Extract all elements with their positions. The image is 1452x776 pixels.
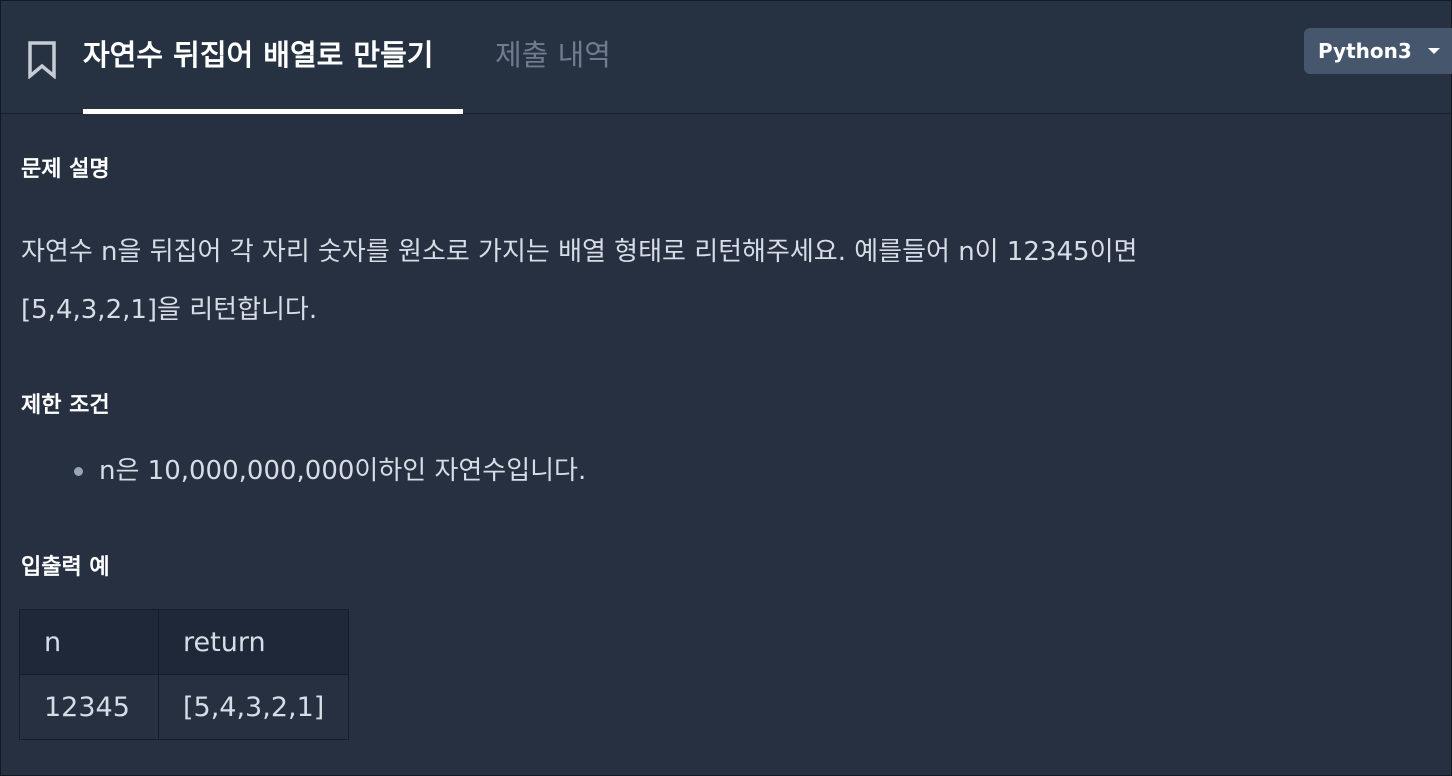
- table-cell-return: [5,4,3,2,1]: [157, 674, 350, 740]
- tab-submissions[interactable]: 제출 내역: [495, 31, 611, 79]
- tab-problem[interactable]: 자연수 뒤집어 배열로 만들기: [83, 31, 433, 113]
- examples-title: 입출력 예: [21, 555, 110, 580]
- examples-table: n return 12345 [5,4,3,2,1]: [19, 609, 350, 740]
- active-tab-indicator: [83, 109, 463, 114]
- language-label: Python3: [1318, 39, 1412, 63]
- description-line-1: 자연수 n을 뒤집어 각 자리 숫자를 원소로 가지는 배열 형태로 리턴해주세…: [21, 237, 1138, 267]
- problem-description: 자연수 n을 뒤집어 각 자리 숫자를 원소로 가지는 배열 형태로 리턴해주세…: [21, 223, 1421, 339]
- table-header-row: n return: [19, 609, 350, 675]
- table-cell-n: 12345: [19, 674, 159, 740]
- bookmark-icon[interactable]: [27, 41, 57, 79]
- description-line-2: [5,4,3,2,1]을 리턴합니다.: [21, 295, 318, 325]
- problem-panel: 자연수 뒤집어 배열로 만들기 제출 내역 Python3 문제 설명 자연수 …: [0, 0, 1452, 776]
- table-header-n: n: [19, 609, 159, 675]
- constraints-title: 제한 조건: [21, 393, 110, 418]
- constraint-item: n은 10,000,000,000이하인 자연수입니다.: [99, 456, 587, 486]
- description-title: 문제 설명: [21, 157, 110, 182]
- table-header-return: return: [157, 609, 350, 675]
- table-row: 12345 [5,4,3,2,1]: [19, 674, 350, 740]
- bullet-icon: [74, 467, 83, 476]
- chevron-down-icon: [1428, 48, 1440, 54]
- language-select[interactable]: Python3: [1304, 28, 1452, 74]
- header-bar: 자연수 뒤집어 배열로 만들기 제출 내역 Python3: [1, 1, 1452, 114]
